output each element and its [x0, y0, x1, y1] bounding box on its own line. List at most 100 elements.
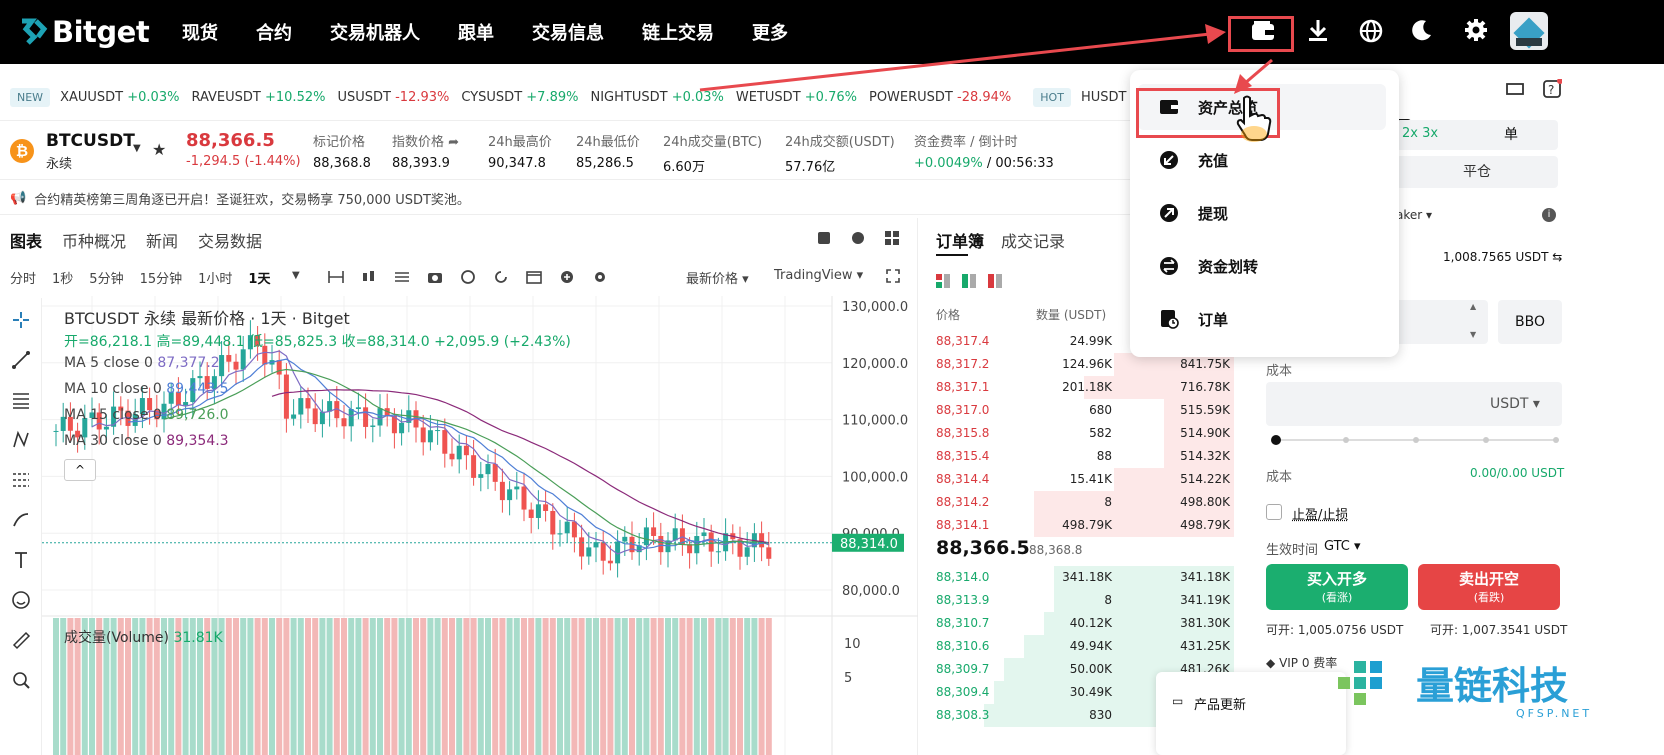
fullscreen-icon[interactable]	[886, 269, 900, 287]
symbol-name[interactable]: BTCUSDT	[46, 131, 135, 151]
bid-row[interactable]: 88,310.7 40.12K 381.30K	[922, 612, 1234, 635]
asks-view-icon[interactable]	[988, 274, 1002, 292]
interval-2[interactable]: 5分钟	[89, 268, 123, 287]
ask-row[interactable]: 88,314.2 8 498.80K	[922, 491, 1234, 514]
range-icon[interactable]	[328, 270, 344, 288]
horizontal-lines-icon[interactable]	[0, 380, 42, 420]
indicator-icon[interactable]	[394, 270, 410, 288]
calendar-icon[interactable]	[526, 270, 542, 288]
ruler-icon[interactable]	[0, 620, 42, 660]
globe-icon[interactable]	[1358, 18, 1384, 48]
chart-tab-2[interactable]: 新闻	[146, 228, 178, 252]
text-tool-icon[interactable]	[0, 540, 42, 580]
chart-tab-0[interactable]: 图表	[10, 228, 42, 252]
menu-item-transfer[interactable]: 资金划转	[1138, 243, 1386, 289]
bid-row[interactable]: 88,314.0 341.18K 341.18K	[922, 566, 1234, 589]
candle-type-icon[interactable]	[361, 270, 377, 288]
ask-row[interactable]: 88,314.4 15.41K 514.22K	[922, 468, 1234, 491]
interval-4[interactable]: 1小时	[198, 268, 232, 287]
candle	[622, 536, 628, 542]
tab-trades[interactable]: 成交记录	[1001, 228, 1065, 252]
nav-item-2[interactable]: 交易机器人	[330, 19, 420, 45]
ask-row[interactable]: 88,315.4 88 514.32K	[922, 445, 1234, 468]
margin-mode-button[interactable]: 单	[1464, 120, 1558, 150]
symbol-dropdown-icon[interactable]: ▼	[133, 143, 141, 154]
bids-view-icon[interactable]	[962, 274, 976, 292]
interval-1[interactable]: 1秒	[52, 268, 73, 287]
ticker-item[interactable]: NIGHTUSDT +0.03%	[590, 90, 723, 105]
nav-item-3[interactable]: 跟单	[458, 19, 494, 45]
book-icon[interactable]	[816, 230, 832, 250]
ask-row[interactable]: 88,314.1 498.79K 498.79K	[922, 514, 1234, 537]
stepper-up-icon[interactable]: ▲	[1470, 302, 1476, 311]
ticker-item[interactable]: USUSDT -12.93%	[337, 90, 449, 105]
chart-settings-icon[interactable]	[592, 270, 608, 288]
crosshair-icon[interactable]	[0, 300, 42, 340]
nav-item-1[interactable]: 合约	[256, 19, 292, 45]
nav-item-6[interactable]: 更多	[752, 19, 788, 45]
ticker-change: -12.93%	[395, 89, 450, 105]
bitget-logo[interactable]: Bitget	[18, 12, 150, 52]
sell-short-button[interactable]: 卖出开空 (看跌)	[1418, 564, 1560, 610]
refresh-icon[interactable]	[493, 270, 509, 288]
announcement-bar[interactable]: 📢 合约精英榜第三周角逐已开启！圣诞狂欢，交易畅享 750,000 USDT奖池…	[0, 183, 1230, 215]
ticker-item[interactable]: XAUUSDT +0.03%	[60, 90, 179, 105]
bid-row[interactable]: 88,313.9 8 341.19K	[922, 589, 1234, 612]
ask-row[interactable]: 88,317.1 201.18K 716.78K	[922, 376, 1234, 399]
nav-item-5[interactable]: 链上交易	[642, 19, 714, 45]
pattern-icon[interactable]	[0, 420, 42, 460]
tpsl-label[interactable]: 止盈/止损	[1292, 504, 1348, 523]
candle	[744, 547, 750, 557]
robot-icon[interactable]	[850, 230, 866, 250]
ask-row[interactable]: 88,317.0 680 515.59K	[922, 399, 1234, 422]
ticker-item[interactable]: WETUSDT +0.76%	[736, 90, 857, 105]
tpsl-checkbox[interactable]	[1266, 504, 1282, 520]
dark-mode-icon[interactable]	[1410, 18, 1434, 46]
fib-icon[interactable]	[0, 460, 42, 500]
interval-5[interactable]: 1天	[248, 268, 270, 287]
zoom-icon[interactable]	[0, 660, 42, 700]
grid-icon[interactable]	[884, 230, 900, 250]
tif-select[interactable]: GTC ▾	[1324, 539, 1361, 554]
menu-item-orders[interactable]: 订单	[1138, 296, 1386, 342]
favorite-star-icon[interactable]: ★	[152, 140, 166, 159]
chart-tab-1[interactable]: 币种概况	[62, 228, 126, 252]
brush-icon[interactable]	[0, 500, 42, 540]
alarm-icon[interactable]	[460, 270, 476, 288]
ticker-item[interactable]: CYSUSDT +7.89%	[461, 90, 578, 105]
product-update-card[interactable]: ▭ 产品更新	[1156, 672, 1346, 755]
collapse-legend-button[interactable]: ^	[64, 459, 96, 481]
vip-fee[interactable]: ◆ VIP 0 费率	[1266, 654, 1337, 671]
chart-tab-3[interactable]: 交易数据	[198, 228, 262, 252]
nav-item-0[interactable]: 现货	[182, 19, 218, 45]
stepper-down-icon[interactable]: ▼	[1470, 330, 1476, 339]
nav-item-4[interactable]: 交易信息	[532, 19, 604, 45]
amount-slider[interactable]	[1266, 432, 1562, 448]
unit-select[interactable]: USDT ▾	[1490, 396, 1540, 412]
bid-row[interactable]: 88,310.6 49.94K 431.25K	[922, 635, 1234, 658]
ask-row[interactable]: 88,315.8 582 514.90K	[922, 422, 1234, 445]
settings-icon[interactable]	[1464, 18, 1488, 46]
buy-long-button[interactable]: 买入开多 (看涨)	[1266, 564, 1408, 610]
megaphone-icon: 📢	[10, 191, 27, 206]
info-icon[interactable]: i	[1542, 208, 1556, 222]
both-view-icon[interactable]	[936, 274, 950, 292]
interval-dropdown-icon[interactable]: ▼	[292, 270, 300, 281]
add-icon[interactable]	[559, 270, 575, 288]
download-icon[interactable]	[1306, 18, 1330, 48]
trendline-icon[interactable]	[0, 340, 42, 380]
avatar[interactable]	[1510, 12, 1548, 50]
ticker-item[interactable]: POWERUSDT -28.94%	[869, 90, 1011, 105]
price-type-select[interactable]: 最新价格 ▾	[686, 268, 749, 287]
view-select[interactable]: TradingView ▾	[774, 268, 863, 283]
order-type-select[interactable]: aker ▾	[1396, 208, 1432, 222]
camera-icon[interactable]	[427, 270, 443, 288]
emoji-icon[interactable]	[0, 580, 42, 620]
interval-3[interactable]: 15分钟	[140, 268, 183, 287]
tab-orderbook[interactable]: 订单簿	[936, 228, 984, 252]
bbo-button[interactable]: BBO	[1498, 300, 1562, 344]
interval-0[interactable]: 分时	[10, 268, 36, 287]
menu-item-withdraw[interactable]: 提现	[1138, 190, 1386, 236]
close-tab[interactable]: 平仓	[1396, 156, 1558, 188]
ticker-item[interactable]: RAVEUSDT +10.52%	[191, 90, 325, 105]
